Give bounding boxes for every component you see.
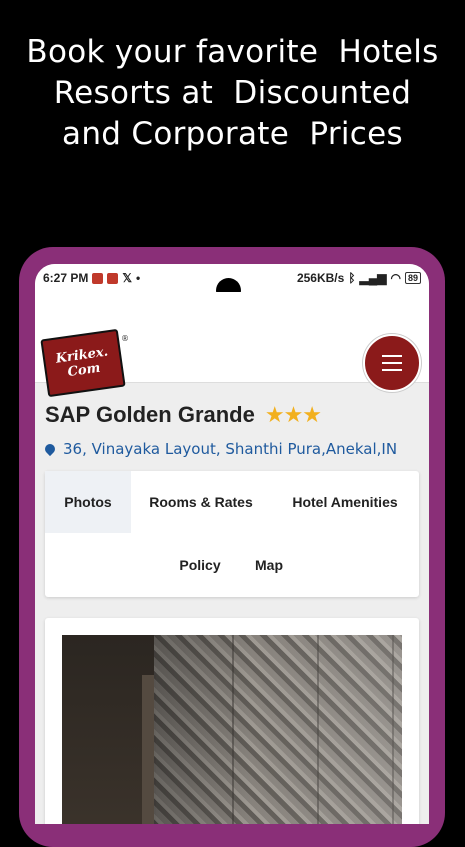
signal-icon: ▂▄▆ [359,271,387,285]
tab-photos[interactable]: Photos [45,471,131,533]
status-bar: 6:27 PM 𝕏 • 256KB/s ᛒ ▂▄▆ ◠ 89 [35,264,429,303]
menu-icon [382,355,402,357]
notification-icon [92,272,104,284]
hotel-photo[interactable] [62,635,402,824]
wifi-icon: ◠ [390,271,401,285]
x-app-icon: 𝕏 [122,271,133,285]
hotel-address[interactable]: 36, Vinayaka Layout, Shanthi Pura,Anekal… [42,440,398,458]
promo-line-3: and Corporate Prices [62,116,403,152]
promo-line-1: Book your favorite Hotels [26,34,439,70]
promo-line-2: Resorts at Discounted [53,75,412,111]
status-time: 6:27 PM [43,271,89,285]
tab-policy[interactable]: Policy [165,534,235,596]
star-rating-icon: ★★★ [264,402,322,428]
status-dot: • [136,271,141,285]
hamburger-menu-button[interactable] [363,334,421,392]
hotel-name: SAP Golden Grande [45,402,255,427]
app-header: Krikex. Com ® [35,292,429,398]
photo-gallery [45,618,419,824]
address-text: 36, Vinayaka Layout, Shanthi Pura,Anekal… [63,440,398,458]
tab-hotel-amenities[interactable]: Hotel Amenities [281,471,409,533]
bluetooth-icon: ᛒ [348,271,356,285]
krikex-logo[interactable]: Krikex. Com [40,328,126,398]
promo-headline: Book your favorite Hotels Resorts at Dis… [0,32,465,155]
notification-icon [107,272,119,284]
tab-rooms-rates[interactable]: Rooms & Rates [137,471,265,533]
network-speed: 256KB/s [296,271,345,285]
phone-screen: 6:27 PM 𝕏 • 256KB/s ᛒ ▂▄▆ ◠ 89 Krikex. C… [35,264,429,824]
hotel-tabs: Photos Rooms & Rates Hotel Amenities Pol… [45,471,419,597]
tab-map[interactable]: Map [241,534,297,596]
location-pin-icon [42,441,58,457]
registered-mark: ® [121,334,129,343]
battery-icon: 89 [404,272,421,284]
hotel-title-row: SAP Golden Grande ★★★ [45,402,322,428]
